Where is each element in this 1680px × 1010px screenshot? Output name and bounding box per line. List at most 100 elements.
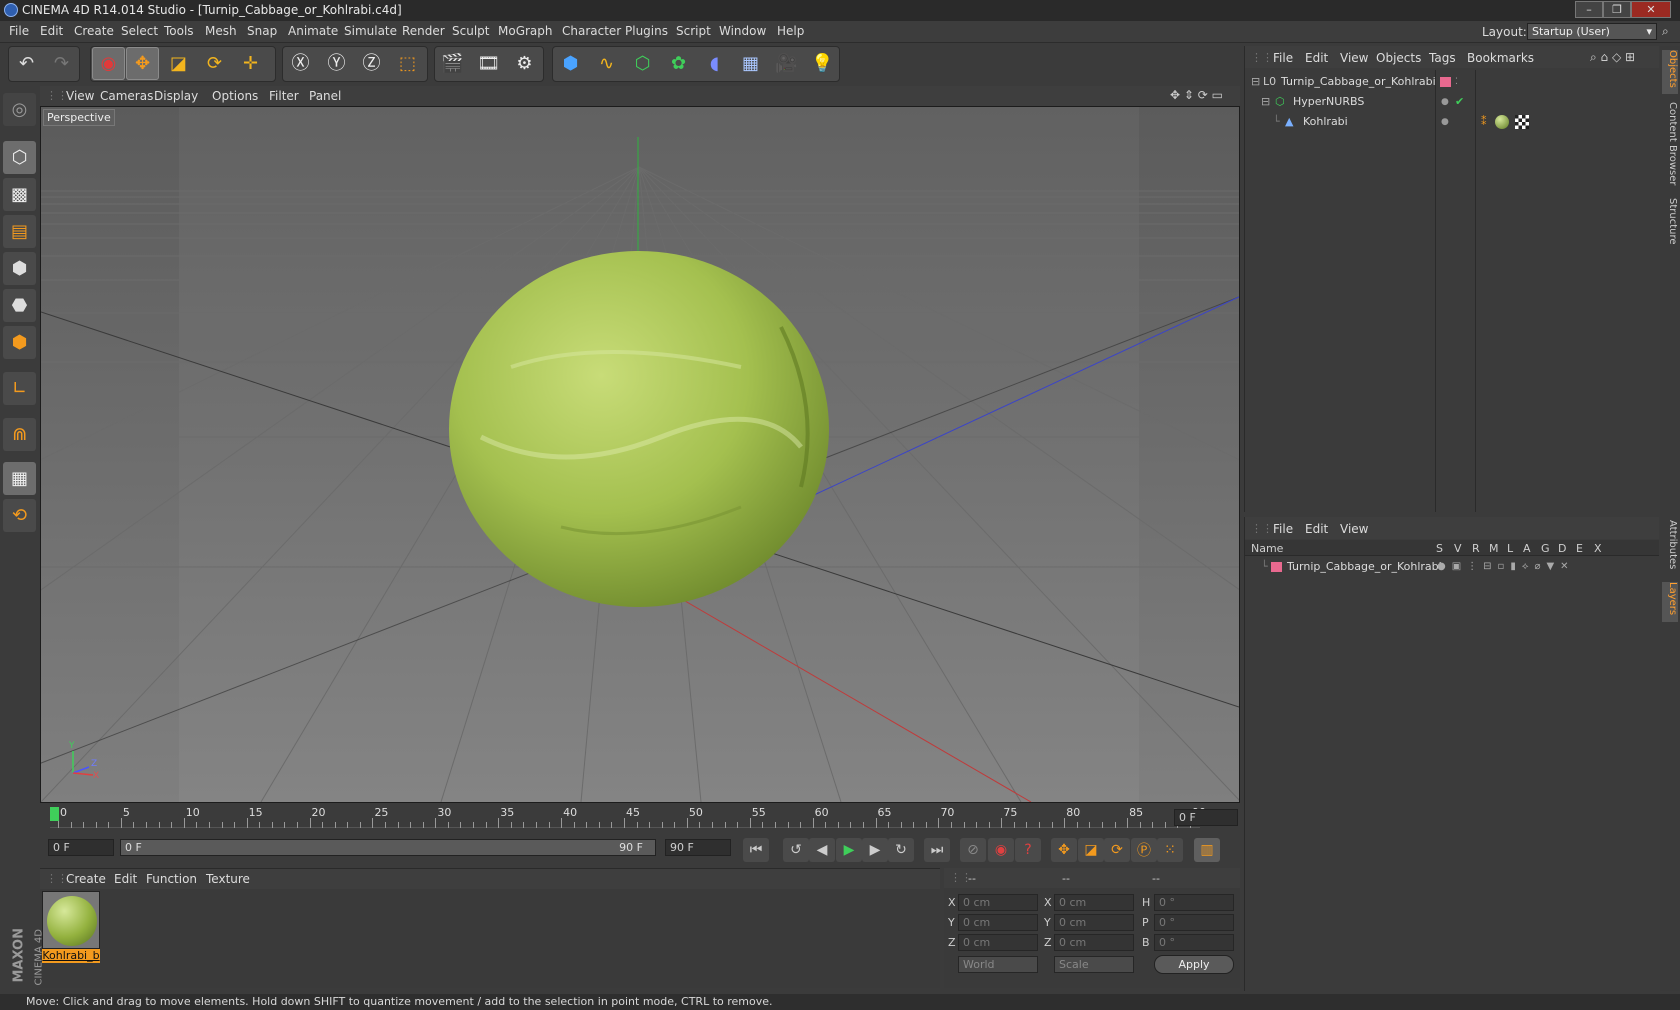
next-key-icon[interactable]: ↻ [888, 838, 914, 862]
menu-edit[interactable]: Edit [40, 24, 63, 38]
go-to-start-icon[interactable]: ⏮ [743, 838, 769, 862]
layer-menu-view[interactable]: View [1340, 522, 1368, 536]
light-icon[interactable]: 💡 [806, 47, 839, 80]
apply-button[interactable]: Apply [1154, 955, 1234, 974]
pos-x-field[interactable]: 0 cm [958, 894, 1038, 911]
editor-visibility-dot-icon[interactable]: ● [1441, 112, 1449, 132]
perspective-viewport[interactable]: Perspective Y Z X [40, 106, 1240, 803]
material-menu-create[interactable]: Create [66, 872, 106, 886]
object-menu-objects[interactable]: Objects [1376, 51, 1421, 65]
workplane-lock-icon[interactable]: ▦ [3, 462, 36, 495]
menu-create[interactable]: Create [74, 24, 114, 38]
recent-tool-icon[interactable]: ✛ [234, 47, 267, 80]
pos-y-field[interactable]: 0 cm [958, 914, 1038, 931]
menu-tools[interactable]: Tools [164, 24, 194, 38]
next-frame-icon[interactable]: ▶ [862, 838, 888, 862]
key-position-icon[interactable]: ✥ [1051, 838, 1077, 862]
size-x-field[interactable]: 0 cm [1054, 894, 1134, 911]
nurbs-icon[interactable]: ⬡ [626, 47, 659, 80]
object-menu-edit[interactable]: Edit [1305, 51, 1328, 65]
rotate-tool-icon[interactable]: ⟳ [198, 47, 231, 80]
tab-structure[interactable]: Structure [1662, 198, 1678, 254]
redo-icon[interactable]: ↷ [45, 47, 78, 80]
key-parameter-icon[interactable]: Ⓟ [1131, 838, 1157, 862]
tree-collapse-icon[interactable]: ⊟ [1251, 72, 1260, 92]
rot-p-field[interactable]: 0 ° [1154, 914, 1234, 931]
rot-b-field[interactable]: 0 ° [1154, 934, 1234, 951]
viewport-nav-icons[interactable]: ✥ ⇕ ⟳ ▭ [1170, 88, 1223, 102]
object-row-hypernurbs[interactable]: ⊟ ⬡ HyperNURBS ● ✔ [1245, 92, 1659, 112]
undo-icon[interactable]: ↶ [10, 47, 43, 80]
points-mode-icon[interactable]: ⬢ [3, 252, 36, 285]
render-view-icon[interactable]: 🎬 [436, 47, 469, 80]
viewport-menu-cameras[interactable]: Cameras [100, 89, 153, 103]
rot-h-field[interactable]: 0 ° [1154, 894, 1234, 911]
texture-mode-icon[interactable]: ▩ [3, 178, 36, 211]
viewport-menu-filter[interactable]: Filter [269, 89, 299, 103]
layer-menu-file[interactable]: File [1273, 522, 1293, 536]
timeline-window-icon[interactable]: ▥ [1194, 838, 1220, 862]
layer-menu-edit[interactable]: Edit [1305, 522, 1328, 536]
object-menu-tags[interactable]: Tags [1429, 51, 1456, 65]
menu-sculpt[interactable]: Sculpt [452, 24, 489, 38]
spline-icon[interactable]: ∿ [590, 47, 623, 80]
maximize-button[interactable]: ❐ [1603, 1, 1631, 18]
keyframe-selection-icon[interactable]: ? [1015, 838, 1041, 862]
y-axis-lock-icon[interactable]: Ⓨ [320, 47, 353, 80]
x-axis-lock-icon[interactable]: Ⓧ [284, 47, 317, 80]
menu-file[interactable]: File [9, 24, 29, 38]
menu-plugins[interactable]: Plugins [625, 24, 668, 38]
search-icon[interactable]: ⌕ [1662, 24, 1669, 39]
key-scale-icon[interactable]: ◪ [1078, 838, 1104, 862]
menu-animate[interactable]: Animate [288, 24, 338, 38]
enabled-check-icon[interactable]: ✔ [1455, 92, 1464, 112]
viewport-menu-options[interactable]: Options [212, 89, 258, 103]
object-manager-nav-icons[interactable]: ⌕ ⌂ ◇ ⊞ [1590, 50, 1635, 65]
tab-attributes[interactable]: Attributes [1662, 520, 1678, 576]
object-menu-view[interactable]: View [1340, 51, 1368, 65]
move-tool-icon[interactable]: ✥ [126, 47, 159, 80]
menu-window[interactable]: Window [719, 24, 766, 38]
viewport-menu-display[interactable]: Display [154, 89, 198, 103]
make-editable-icon[interactable]: ◎ [3, 93, 36, 126]
start-frame-field[interactable]: 0 F [48, 839, 114, 856]
object-menu-file[interactable]: File [1273, 51, 1293, 65]
layout-select[interactable]: Startup (User) ▾ [1527, 23, 1657, 40]
frame-range-slider[interactable]: 0 F 90 F [120, 839, 656, 856]
render-picture-viewer-icon[interactable]: 🎞 [472, 47, 505, 80]
uvw-tag-icon[interactable] [1515, 115, 1529, 129]
go-to-end-icon[interactable]: ⏭ [924, 838, 950, 862]
object-row-kohlrabi[interactable]: └ ▲ Kohlrabi ● ⁑ [1245, 112, 1659, 132]
tab-layers[interactable]: Layers [1662, 582, 1678, 622]
material-menu-edit[interactable]: Edit [114, 872, 137, 886]
viewport-menu-panel[interactable]: Panel [309, 89, 341, 103]
deformer-icon[interactable]: ◖ [698, 47, 731, 80]
end-frame-field[interactable]: 90 F [665, 839, 731, 856]
material-menu-texture[interactable]: Texture [206, 872, 250, 886]
size-mode-select[interactable]: Scale [1054, 956, 1134, 973]
material-menu-function[interactable]: Function [146, 872, 197, 886]
phong-tag-icon[interactable]: ⁑ [1481, 112, 1487, 132]
menu-mograph[interactable]: MoGraph [498, 24, 553, 38]
playhead-marker[interactable] [50, 807, 59, 821]
axis-mode-icon[interactable]: ∟ [3, 372, 36, 405]
model-mode-icon[interactable]: ⬡ [3, 141, 36, 174]
key-pla-icon[interactable]: ⁙ [1157, 838, 1183, 862]
material-tag-icon[interactable] [1495, 115, 1509, 129]
scale-tool-icon[interactable]: ◪ [162, 47, 195, 80]
snap-magnet-icon[interactable]: ⋒ [3, 418, 36, 451]
coordinate-system-icon[interactable]: ⬚ [391, 47, 424, 80]
floor-object-icon[interactable]: ▦ [734, 47, 767, 80]
menu-simulate[interactable]: Simulate [344, 24, 397, 38]
locked-workplane-icon[interactable]: ⟲ [3, 499, 36, 532]
mograph-cloner-icon[interactable]: ✿ [662, 47, 695, 80]
previous-frame-icon[interactable]: ◀ [809, 838, 835, 862]
object-menu-bookmarks[interactable]: Bookmarks [1467, 51, 1534, 65]
camera-icon[interactable]: 🎥 [770, 47, 803, 80]
close-button[interactable]: ✕ [1631, 1, 1671, 18]
menu-character[interactable]: Character [562, 24, 621, 38]
play-icon[interactable]: ▶ [836, 838, 862, 862]
tab-objects[interactable]: Objects [1662, 50, 1678, 94]
menu-snap[interactable]: Snap [247, 24, 277, 38]
menu-mesh[interactable]: Mesh [205, 24, 237, 38]
